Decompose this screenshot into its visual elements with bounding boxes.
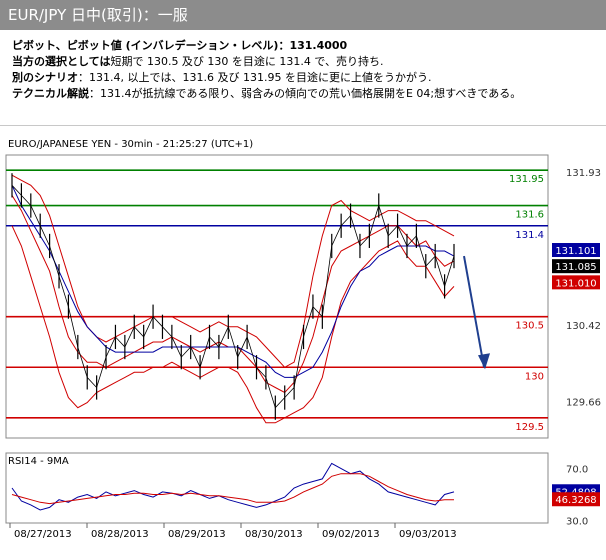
y-tick-label-2: 129.66 xyxy=(566,398,601,409)
technical-line: テクニカル解説：131.4が抵抗線である限り、弱含みの傾向での荒い価格展開をE … xyxy=(12,86,602,102)
x-tick-label-0: 08/27/2013 xyxy=(14,529,72,540)
x-tick-label-2: 08/29/2013 xyxy=(168,529,226,540)
rsi-y-tick-1: 30.0 xyxy=(566,516,588,527)
rsi-plot-frame xyxy=(5,452,549,524)
main-plot-frame xyxy=(5,154,549,439)
rsi-tag-1: 46.3268 xyxy=(555,495,596,506)
x-tick-label-5: 09/03/2013 xyxy=(399,529,457,540)
y-tick-label-0: 131.93 xyxy=(566,168,601,179)
price-tag-1: 131.085 xyxy=(555,262,596,273)
level-label-3: 130.5 xyxy=(515,321,544,332)
x-tick-label-1: 08/28/2013 xyxy=(91,529,149,540)
pivot-line: ピボット、ピボット値 (インバレデーション・レベル)：131.4000 xyxy=(12,38,602,54)
level-label-4: 130 xyxy=(525,371,544,382)
header-title: EUR/JPY 日中(取引)：一服 xyxy=(8,6,188,24)
chart-area: EURO/JAPANESE YEN - 30min - 21:25:27 (UT… xyxy=(5,139,601,540)
technical-label: テクニカル解説 xyxy=(12,87,89,100)
alternative-line: 別のシナリオ：131.4, 以上では、131.6 及び 131.95 を目途に更… xyxy=(12,70,602,86)
page-header: EUR/JPY 日中(取引)：一服 xyxy=(0,0,606,30)
x-tick-label-4: 09/02/2013 xyxy=(322,529,380,540)
alternative-label: 別のシナリオ xyxy=(12,71,78,84)
preference-line: 当方の選択としては短期で 130.5 及び 130 を目途に 131.4 で、売… xyxy=(12,54,602,70)
preference-text: 短期で 130.5 及び 130 を目途に 131.4 で、売り持ち. xyxy=(110,55,384,68)
level-label-2: 131.4 xyxy=(515,230,544,241)
x-tick-label-3: 08/30/2013 xyxy=(245,529,303,540)
level-label-1: 131.6 xyxy=(515,210,544,221)
y-tick-label-1: 130.42 xyxy=(566,321,601,332)
preference-label: 当方の選択としては xyxy=(12,55,111,68)
alternative-text: ：131.4, 以上では、131.6 及び 131.95 を目途に更に上値をうか… xyxy=(78,71,432,84)
pivot-value: 131.4000 xyxy=(289,39,348,52)
rsi-chart-title: RSI14 - 9MA xyxy=(8,456,69,467)
main-chart-title: EURO/JAPANESE YEN - 30min - 21:25:27 (UT… xyxy=(8,139,253,150)
analysis-text: ピボット、ピボット値 (インバレデーション・レベル)：131.4000 当方の選… xyxy=(12,38,602,102)
technical-text: ：131.4が抵抗線である限り、弱含みの傾向での荒い価格展開をE 04;想すべき… xyxy=(89,87,522,100)
rsi-y-tick-0: 70.0 xyxy=(566,465,588,476)
level-label-0: 131.95 xyxy=(509,174,544,185)
level-label-5: 129.5 xyxy=(515,422,544,433)
pivot-label: ピボット、ピボット値 (インバレデーション・レベル)： xyxy=(12,39,290,52)
price-tag-0: 131.101 xyxy=(555,246,596,257)
price-tag-2: 131.010 xyxy=(555,278,596,289)
